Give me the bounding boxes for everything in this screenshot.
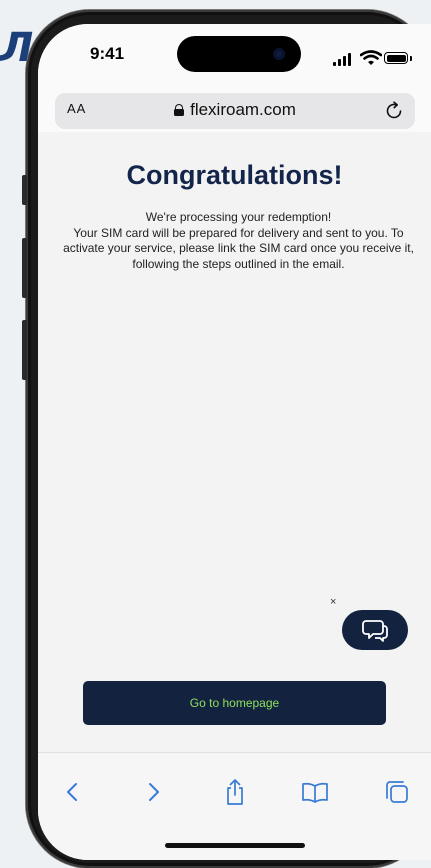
bookmarks-icon[interactable] [300, 777, 330, 807]
dynamic-island [177, 36, 301, 72]
battery-tip [410, 56, 412, 61]
phone-screen: 9:41 AA flexiroam.com Congratulations! W… [38, 24, 431, 860]
chat-button[interactable] [342, 610, 408, 650]
share-icon[interactable] [220, 777, 250, 807]
message-line-2: Your SIM card will be prepared for deliv… [63, 225, 414, 271]
reload-icon[interactable] [383, 100, 405, 122]
camera-icon [273, 48, 285, 60]
address-bar[interactable]: AA flexiroam.com [55, 93, 415, 129]
go-to-homepage-button[interactable]: Go to homepage [83, 681, 386, 725]
lock-icon [174, 104, 185, 116]
status-time: 9:41 [90, 44, 125, 63]
battery-icon [384, 52, 408, 64]
confirmation-message: We're processing your redemption! Your S… [62, 210, 415, 272]
status-bar: 9:41 [38, 24, 431, 84]
url-display[interactable]: flexiroam.com [55, 100, 415, 120]
browser-toolbar [38, 752, 431, 860]
browser-address-area: AA flexiroam.com [38, 84, 431, 133]
tabs-icon[interactable] [382, 777, 412, 807]
forward-icon[interactable] [138, 777, 168, 807]
phone-mute-switch [22, 175, 27, 205]
back-icon[interactable] [58, 777, 88, 807]
page-title: Congratulations! [126, 160, 343, 190]
chat-bubbles-icon [362, 620, 388, 642]
message-line-1: We're processing your redemption! [145, 210, 332, 224]
page-content: Congratulations! We're processing your r… [38, 132, 431, 752]
wifi-icon [360, 50, 382, 65]
phone-volume-up [22, 238, 27, 298]
chat-close-button[interactable]: × [330, 596, 336, 608]
home-indicator[interactable] [165, 843, 305, 848]
cellular-signal-icon [333, 52, 355, 66]
url-text: flexiroam.com [190, 100, 296, 119]
phone-volume-down [22, 320, 27, 380]
